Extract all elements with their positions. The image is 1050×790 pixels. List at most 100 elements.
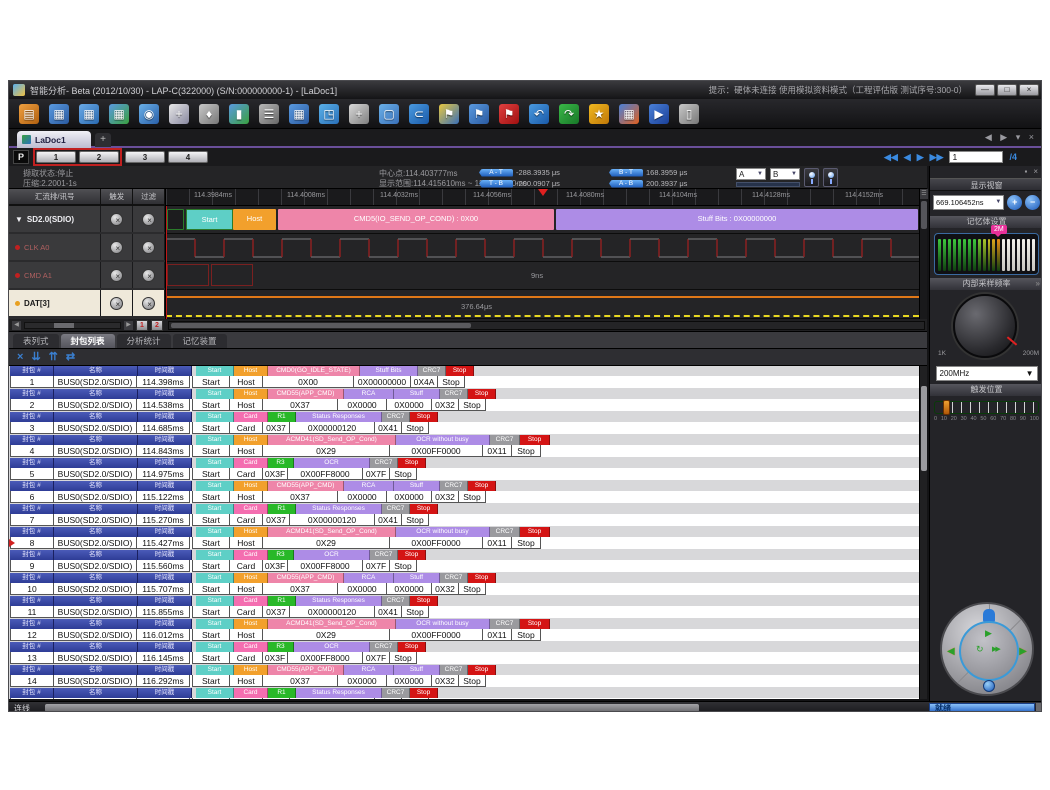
save-as-button[interactable]: ▦ xyxy=(77,102,101,126)
channel-page-2-button[interactable]: 2 xyxy=(151,320,163,331)
table-vscroll-thumb[interactable] xyxy=(921,386,927,471)
packet-data-row[interactable]: 15BUS0(SD2.0/SDIO)116.425msStartCard0X37… xyxy=(10,698,919,699)
bottom-tab-0[interactable]: 表列式 xyxy=(13,334,59,348)
channel-row-cmd-a1[interactable]: CMD A1 xyxy=(9,262,165,288)
waveform-area[interactable]: 114.3984ms114.4008ms114.4032ms114.4056ms… xyxy=(166,189,919,319)
frequency-knob[interactable] xyxy=(953,294,1017,358)
go-first-button[interactable]: ◀◀ xyxy=(884,152,898,163)
favorites-star-button[interactable]: ★ xyxy=(587,102,611,126)
packet-data-row[interactable]: 2BUS0(SD2.0/SDIO)114.538msStartHost0X370… xyxy=(10,399,919,411)
packet-data-row[interactable]: 7BUS0(SD2.0/SDIO)115.270msStartCard0X370… xyxy=(10,514,919,526)
close-button[interactable]: × xyxy=(1019,84,1039,96)
table-hscroll-thumb[interactable] xyxy=(45,704,699,712)
go-last-button[interactable]: ▶▶ xyxy=(930,152,944,163)
channel-scroll-left-icon[interactable]: ◀ xyxy=(12,321,21,330)
packet-data-row[interactable]: 10BUS0(SD2.0/SDIO)115.707msStartHost0X37… xyxy=(10,583,919,595)
open-file-button[interactable]: ▤ xyxy=(17,102,41,126)
trigger-slider-thumb[interactable] xyxy=(943,400,950,415)
decode-row[interactable]: Start Host CMD5(IO_SEND_OP_COND) : 0X00 … xyxy=(166,206,919,234)
cursor-a-bulb-toggle[interactable] xyxy=(804,168,819,187)
bottom-tab-1[interactable]: 封包列表 xyxy=(61,334,115,348)
cursor-b-select[interactable]: B▼ xyxy=(770,168,800,180)
packet-data-row[interactable]: 4BUS0(SD2.0/SDIO)114.843msStartHost0X290… xyxy=(10,445,919,457)
trigger-position-slider[interactable] xyxy=(934,401,1039,414)
packet-data-row[interactable]: 13BUS0(SD2.0/SDIO)116.145msStartCard0X3F… xyxy=(10,652,919,664)
filter-setting-button[interactable] xyxy=(142,213,155,226)
usb-device-button[interactable]: ▯ xyxy=(677,102,701,126)
decode-pre-block[interactable] xyxy=(167,209,184,230)
play-icon[interactable]: ▶ xyxy=(985,628,992,639)
page-number-input[interactable] xyxy=(949,151,1003,163)
globe-icon[interactable] xyxy=(983,680,995,692)
bottom-tab-3[interactable]: 记忆装置 xyxy=(173,334,227,348)
waveform-menu-icon[interactable]: ☰ xyxy=(920,189,928,199)
add-device-button[interactable]: ▮ xyxy=(227,102,251,126)
maximize-button[interactable]: □ xyxy=(997,84,1017,96)
close-panel-icon[interactable]: × xyxy=(17,350,23,364)
grid-table-button[interactable]: ▦ xyxy=(617,102,641,126)
repeat-icon[interactable]: ↻ xyxy=(976,644,984,655)
export-data-icon[interactable]: ⇊ xyxy=(31,350,40,364)
minimize-button[interactable]: — xyxy=(975,84,995,96)
tab-nav-icons[interactable]: ◀ ▶ ▾ × xyxy=(985,132,1037,143)
decode-stuff-block[interactable]: Stuff Bits : 0X00000000 xyxy=(556,209,918,230)
clk-signal-row[interactable] xyxy=(166,234,919,262)
settings-tools-button[interactable]: + xyxy=(167,102,191,126)
waveform-vscrollbar[interactable]: ☰ xyxy=(919,189,927,319)
packet-data-row[interactable]: 14BUS0(SD2.0/SDIO)116.292msStartHost0X37… xyxy=(10,675,919,687)
pin-icon[interactable]: ▪ xyxy=(1024,166,1027,178)
save-file-button[interactable]: ▦ xyxy=(47,102,71,126)
zoom-scale-select[interactable]: 669.106452ns▼ xyxy=(933,195,1004,210)
bottom-tab-2[interactable]: 分析统计 xyxy=(117,334,171,348)
waveform-vscroll-thumb[interactable] xyxy=(921,201,927,229)
packet-data-row[interactable]: 5BUS0(SD2.0/SDIO)114.975msStartCard0X3F0… xyxy=(10,468,919,480)
refresh-sync-icon[interactable]: ⇄ xyxy=(66,350,75,364)
save-settings-button[interactable]: ▦ xyxy=(107,102,131,126)
protocol-cards-button[interactable]: ▢ xyxy=(377,102,401,126)
trigger-setting-button[interactable] xyxy=(110,213,123,226)
decode-cmd-block[interactable]: CMD5(IO_SEND_OP_COND) : 0X00 xyxy=(278,209,554,230)
sidebar-close-icon[interactable]: × xyxy=(1033,166,1038,178)
page-button-1[interactable]: 1 xyxy=(36,151,76,163)
fast-forward-icon[interactable]: ▶▶ xyxy=(992,645,999,653)
memory-depth-gauge[interactable]: 2M xyxy=(934,233,1039,275)
screenshot-camera-button[interactable]: ◉ xyxy=(137,102,161,126)
trigger-marker-icon[interactable] xyxy=(538,189,548,196)
page-menu-button[interactable]: P xyxy=(13,150,29,164)
cmd-signal-row[interactable]: 9ns xyxy=(166,262,919,290)
frequency-more-icon[interactable]: » xyxy=(1036,278,1040,290)
nav-left-icon[interactable]: ◀ xyxy=(947,646,955,657)
packet-data-row[interactable]: 1BUS0(SD2.0/SDIO)114.398msStartHost0X000… xyxy=(10,376,919,388)
frequency-select[interactable]: 200MHz▼ xyxy=(936,366,1038,381)
page-button-2[interactable]: 2 xyxy=(79,151,119,163)
packet-data-row[interactable]: 6BUS0(SD2.0/SDIO)115.122msStartHost0X370… xyxy=(10,491,919,503)
dat3-signal-row[interactable]: 376.64μs xyxy=(166,290,919,319)
page-button-4[interactable]: 4 xyxy=(168,151,208,163)
trigger-setting-button[interactable] xyxy=(110,297,123,310)
navigation-wheel[interactable]: ◀ ▶ ▶ ↻ ▶▶ xyxy=(940,602,1034,696)
cursor-a-select[interactable]: A▼ xyxy=(736,168,766,180)
tab-ladoc1[interactable]: LaDoc1 xyxy=(17,131,91,148)
channel-row-sd2-0-sdio-[interactable]: ▼SD2.0(SDIO) xyxy=(9,206,165,232)
filter-setting-button[interactable] xyxy=(142,297,155,310)
layout-view-button[interactable]: ◳ xyxy=(317,102,341,126)
probe-button[interactable]: ♦ xyxy=(197,102,221,126)
flag-blue-button[interactable]: ⚑ xyxy=(467,102,491,126)
waveform-hscroll-thumb[interactable] xyxy=(171,323,471,328)
video-playback-button[interactable]: ▶ xyxy=(647,102,671,126)
channel-page-1-button[interactable]: 1 xyxy=(136,320,148,331)
zoom-out-icon[interactable]: − xyxy=(1025,195,1040,210)
nav-right-icon[interactable]: ▶ xyxy=(1019,646,1027,657)
signal-filter-button[interactable]: + xyxy=(347,102,371,126)
page-button-3[interactable]: 3 xyxy=(125,151,165,163)
packet-data-row[interactable]: 3BUS0(SD2.0/SDIO)114.685msStartCard0X370… xyxy=(10,422,919,434)
packet-data-row[interactable]: 11BUS0(SD2.0/SDIO)115.855msStartCard0X37… xyxy=(10,606,919,618)
waveform-hscrollbar[interactable] xyxy=(168,321,925,330)
channel-row-clk-a0[interactable]: CLK A0 xyxy=(9,234,165,260)
channel-row-dat-3-[interactable]: DAT[3] xyxy=(9,290,165,316)
flag-red-button[interactable]: ⚑ xyxy=(497,102,521,126)
filter-setting-button[interactable] xyxy=(142,269,155,282)
zoom-in-icon[interactable]: + xyxy=(1007,195,1022,210)
go-next-button[interactable]: ▶ xyxy=(917,152,924,163)
decode-start-block[interactable]: Start xyxy=(186,209,233,230)
